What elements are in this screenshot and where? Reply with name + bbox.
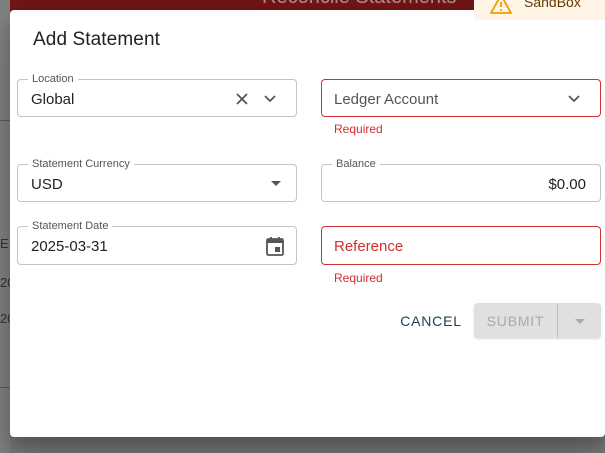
caret-down-icon[interactable] [266, 174, 286, 194]
reference-helper-text: Required [334, 271, 383, 285]
cancel-button[interactable]: CANCEL [400, 312, 461, 330]
page-title: Reconcile Statements [262, 0, 457, 9]
statement-date-label: Statement Date [28, 219, 113, 233]
submit-button-group: SUBMIT [474, 303, 601, 338]
location-select[interactable]: Location Global [17, 72, 297, 117]
table-cell: 20 [0, 311, 10, 326]
statement-currency-value: USD [31, 176, 63, 193]
table-cell: E [0, 236, 9, 251]
caret-down-icon [574, 312, 585, 330]
clear-icon[interactable] [232, 89, 252, 109]
statement-currency-select[interactable]: Statement Currency USD [17, 157, 297, 202]
balance-label: Balance [332, 157, 380, 171]
submit-button[interactable]: SUBMIT [474, 303, 557, 338]
balance-field[interactable]: Balance $0.00 [321, 157, 601, 202]
ledger-account-placeholder: Ledger Account [334, 91, 439, 108]
statement-date-value: 2025-03-31 [31, 238, 108, 255]
submit-dropdown-button[interactable] [558, 303, 601, 338]
dialog-title: Add Statement [33, 29, 160, 50]
reference-field[interactable]: Reference [321, 226, 601, 265]
statement-currency-label: Statement Currency [28, 157, 134, 171]
sandbox-banner: SandBox [474, 0, 605, 20]
reference-placeholder: Reference [334, 238, 404, 255]
balance-value: $0.00 [548, 176, 586, 193]
background-table-strip: E 20 20 [0, 0, 10, 453]
table-cell: 20 [0, 275, 10, 290]
table-divider [0, 120, 10, 121]
location-label: Location [28, 72, 78, 86]
calendar-icon[interactable] [263, 235, 287, 257]
add-statement-dialog: Add Statement Location Global Ledger Acc… [10, 10, 605, 437]
location-value: Global [31, 91, 75, 108]
chevron-down-icon[interactable] [260, 89, 280, 109]
statement-date-field[interactable]: Statement Date 2025-03-31 [17, 219, 297, 265]
warning-icon [490, 0, 512, 19]
ledger-account-select[interactable]: Ledger Account [321, 79, 601, 117]
table-divider [0, 387, 10, 388]
sandbox-label: SandBox [524, 0, 581, 10]
ledger-account-helper-text: Required [334, 122, 383, 136]
chevron-down-icon[interactable] [564, 89, 584, 109]
